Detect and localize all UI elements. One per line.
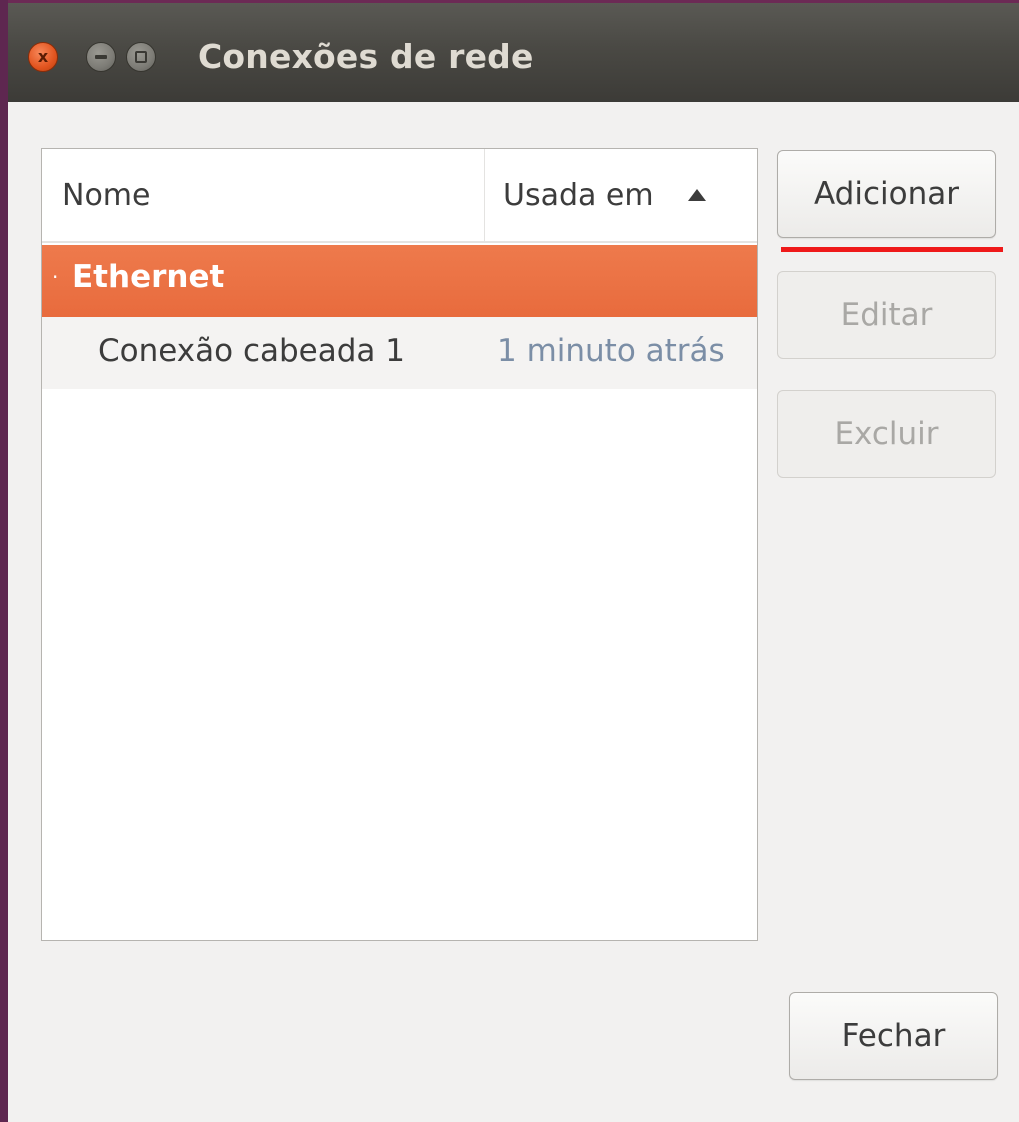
expander-icon[interactable]: · <box>52 265 58 289</box>
window-maximize-button[interactable] <box>126 42 156 72</box>
group-label: Ethernet <box>72 259 225 295</box>
list-group-ethernet[interactable]: · Ethernet <box>42 245 757 317</box>
list-header: Nome Usada em <box>42 149 757 243</box>
edit-button-label: Editar <box>840 297 933 333</box>
column-header-name-label: Nome <box>62 177 151 213</box>
sort-ascending-icon <box>687 189 706 201</box>
column-header-used-label: Usada em <box>503 177 654 213</box>
minimize-icon <box>95 55 107 59</box>
add-button-label: Adicionar <box>814 176 959 212</box>
list-item[interactable]: Conexão cabeada 1 1 minuto atrás <box>42 317 757 389</box>
title-bar[interactable]: x Conexões de rede <box>8 0 1019 102</box>
connection-name: Conexão cabeada 1 <box>98 333 405 369</box>
connection-last-used: 1 minuto atrás <box>497 333 725 369</box>
column-header-used[interactable]: Usada em <box>485 149 757 241</box>
network-connections-window: x Conexões de rede Nome Usada em · Ether… <box>8 0 1019 1122</box>
close-button[interactable]: Fechar <box>789 992 998 1080</box>
maximize-icon <box>135 51 147 63</box>
window-close-button[interactable]: x <box>28 42 58 72</box>
connections-list[interactable]: Nome Usada em · Ethernet Conexão cabeada… <box>41 148 758 941</box>
window-title: Conexões de rede <box>198 37 534 76</box>
delete-button[interactable]: Excluir <box>777 390 996 478</box>
delete-button-label: Excluir <box>834 416 939 452</box>
close-button-label: Fechar <box>841 1018 946 1054</box>
column-header-name[interactable]: Nome <box>42 149 485 241</box>
edit-button[interactable]: Editar <box>777 271 996 359</box>
annotation-underline <box>781 247 1003 252</box>
window-minimize-button[interactable] <box>86 42 116 72</box>
add-button[interactable]: Adicionar <box>777 150 996 238</box>
close-icon: x <box>37 47 49 66</box>
